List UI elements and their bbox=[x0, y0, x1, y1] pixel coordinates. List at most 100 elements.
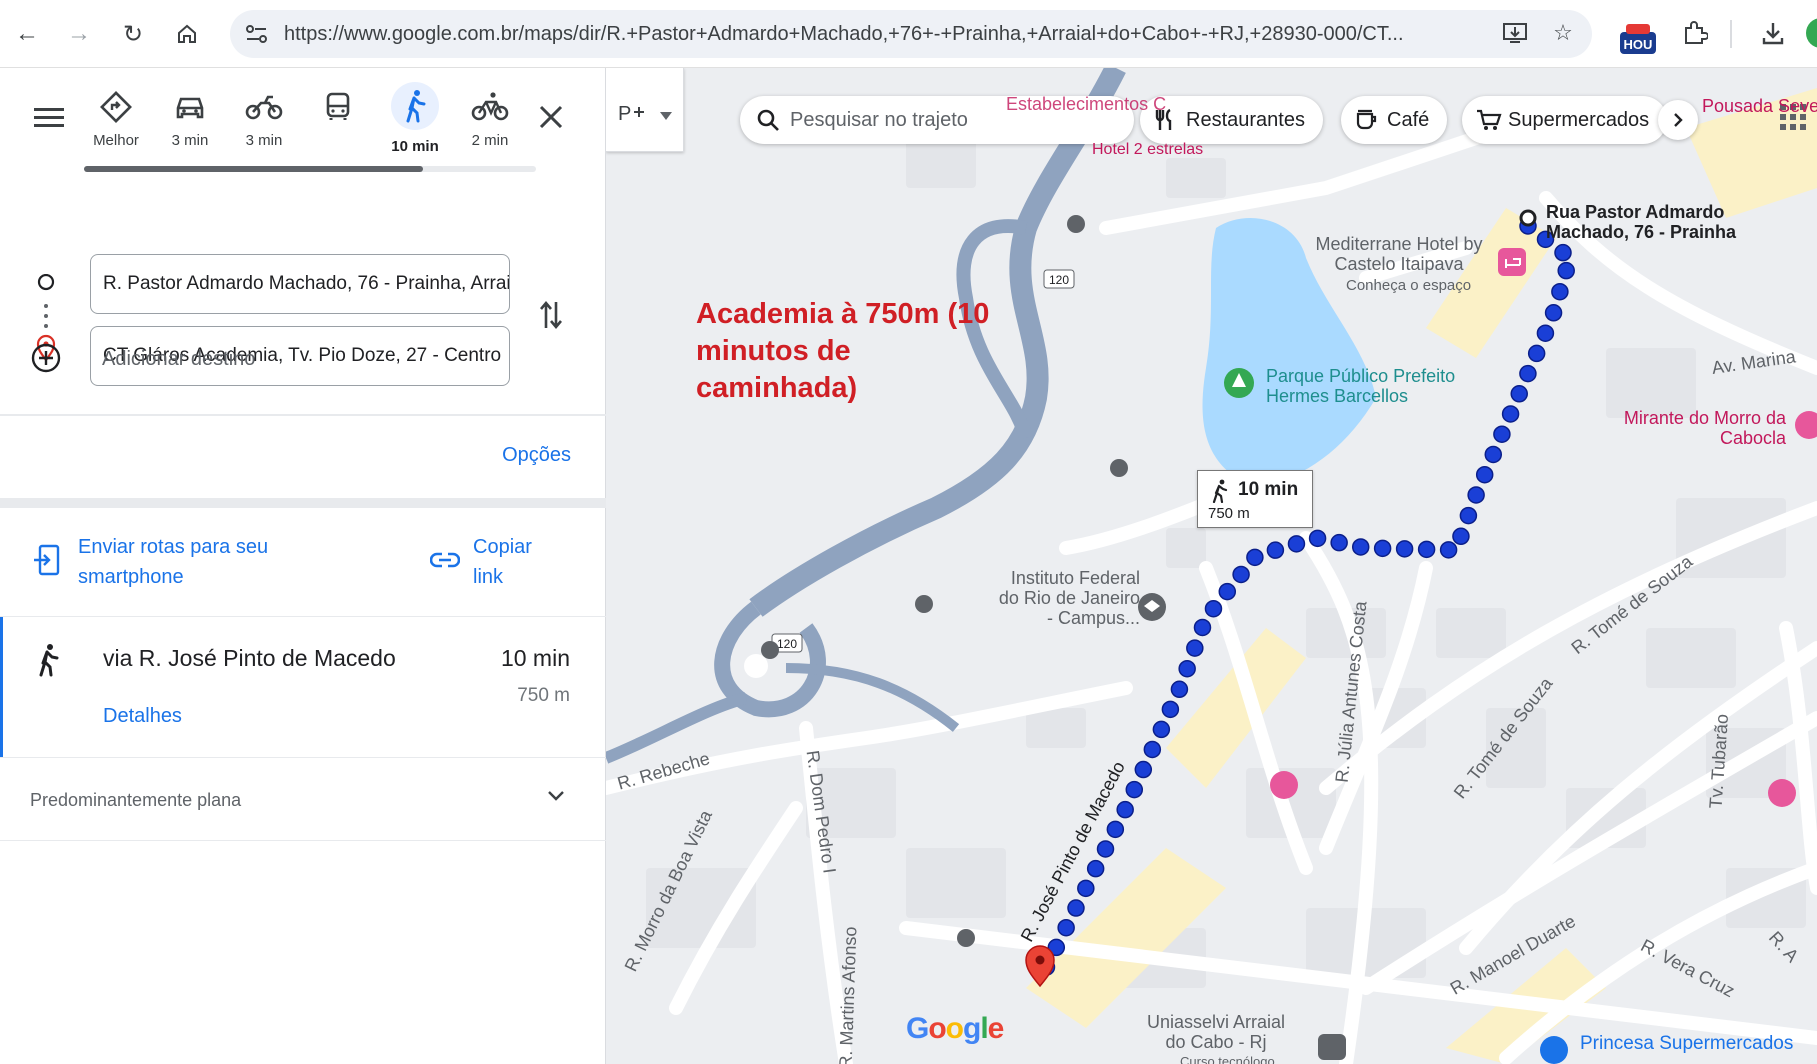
route-distance: 750 m bbox=[517, 685, 570, 706]
search-icon bbox=[757, 109, 779, 131]
reload-icon[interactable]: ↻ bbox=[120, 14, 146, 54]
route-dot bbox=[1519, 364, 1537, 383]
hou-extension-icon[interactable]: HOU bbox=[1618, 22, 1658, 56]
label-hotel-top: Hotel 2 estrelas bbox=[1092, 141, 1204, 158]
mode-bike-label: 2 min bbox=[471, 132, 509, 149]
browser-toolbar: ← → ↻ https://www.google.com.br/maps/dir… bbox=[0, 0, 1817, 68]
send-to-phone-icon[interactable] bbox=[34, 544, 60, 576]
origin-input[interactable]: R. Pastor Admardo Machado, 76 - Prainha,… bbox=[90, 254, 510, 314]
mode-transit[interactable] bbox=[306, 90, 370, 164]
walk-icon bbox=[39, 644, 59, 677]
install-app-icon[interactable] bbox=[1500, 18, 1530, 48]
route-dot bbox=[1067, 899, 1085, 917]
share-row: Enviar rotas para seu smartphone Copiar … bbox=[0, 508, 606, 612]
route-dot bbox=[1287, 535, 1306, 553]
route-dot bbox=[1125, 780, 1144, 799]
route-option[interactable]: via R. José Pinto de Macedo 10 min 750 m… bbox=[0, 617, 606, 757]
forward-icon[interactable]: → bbox=[66, 14, 92, 54]
route-dot bbox=[1204, 599, 1223, 618]
profile-avatar[interactable] bbox=[1806, 18, 1817, 48]
mode-progress-bar bbox=[84, 166, 536, 172]
svg-text:P: P bbox=[618, 103, 631, 124]
highway-west bbox=[606, 692, 748, 764]
mode-walk[interactable]: 10 min bbox=[383, 82, 447, 164]
route-dot bbox=[1186, 639, 1204, 657]
home-icon[interactable] bbox=[174, 14, 200, 54]
address-bar[interactable]: https://www.google.com.br/maps/dir/R.+Pa… bbox=[230, 10, 1592, 58]
callout-time: 10 min bbox=[1238, 479, 1299, 500]
route-dot bbox=[1266, 541, 1285, 559]
label-princesa: Princesa Supermercados bbox=[1580, 1033, 1794, 1054]
send-to-phone-link[interactable]: Enviar rotas para seu smartphone bbox=[78, 532, 318, 592]
divider bbox=[0, 757, 606, 758]
mode-progress-fill bbox=[84, 166, 423, 172]
mode-car[interactable]: 3 min bbox=[158, 90, 222, 164]
route-dot bbox=[1417, 540, 1436, 559]
chip-restaurants[interactable]: Restaurantes bbox=[1140, 96, 1323, 144]
add-destination-label[interactable]: Adicionar destino bbox=[102, 348, 255, 371]
label-origin-place: Rua Pastor Admardo Machado, 76 - Prainha bbox=[1546, 202, 1737, 242]
mode-best-label: Melhor bbox=[93, 132, 139, 149]
label-top-right-fragment: Pousada Seve bbox=[1702, 96, 1817, 116]
chip-cafe-label: Café bbox=[1387, 108, 1430, 131]
bookmark-star-icon[interactable]: ☆ bbox=[1548, 18, 1578, 48]
label-park: Parque Público Prefeito Hermes Barcellos bbox=[1266, 366, 1456, 406]
route-connector-icon bbox=[36, 274, 56, 362]
bike-icon bbox=[471, 92, 509, 121]
route-dot bbox=[1170, 680, 1189, 699]
route-dot bbox=[1232, 565, 1250, 584]
origin-marker bbox=[1519, 209, 1537, 227]
route-via: via R. José Pinto de Macedo bbox=[103, 645, 396, 671]
route-time: 10 min bbox=[500, 645, 570, 671]
roundabout-center bbox=[744, 654, 768, 678]
mode-motorcycle-label: 3 min bbox=[245, 132, 283, 149]
close-directions-icon[interactable] bbox=[538, 104, 564, 135]
route-details-link[interactable]: Detalhes bbox=[103, 705, 182, 728]
chip-cafe[interactable]: Café bbox=[1341, 96, 1448, 144]
chevron-right-icon bbox=[1674, 113, 1683, 127]
label-uniasselvi: Uniasselvi Arraial do Cabo - Rj bbox=[1146, 1012, 1286, 1052]
menu-icon[interactable] bbox=[34, 106, 64, 135]
map-canvas[interactable]: 120 120 P Pesquisar no trajeto Restauran… bbox=[606, 68, 1817, 1064]
route-dot bbox=[1484, 445, 1503, 464]
coffee-icon bbox=[1356, 109, 1377, 130]
route-dot bbox=[1193, 618, 1212, 637]
route-dot bbox=[1057, 918, 1075, 937]
route-time-callout[interactable]: 10 min 750 m bbox=[1197, 470, 1313, 528]
motorcycle-icon bbox=[245, 95, 283, 120]
route-dot bbox=[1536, 324, 1555, 342]
route-dot bbox=[1330, 533, 1348, 552]
travel-modes: Melhor 3 min 3 min 10 min 2 min bbox=[0, 68, 606, 176]
mode-bike[interactable]: 2 min bbox=[458, 90, 522, 164]
copy-link[interactable]: Copiar link bbox=[473, 532, 553, 592]
route-dot bbox=[1246, 548, 1264, 567]
route-dot bbox=[1373, 539, 1392, 558]
options-link[interactable]: Opções bbox=[502, 444, 571, 467]
mode-best[interactable]: Melhor bbox=[84, 90, 148, 164]
download-icon[interactable] bbox=[1758, 18, 1788, 48]
label-top-left-fragment: Estabelecimentos C bbox=[1006, 94, 1167, 114]
chip-supermarkets[interactable]: Supermercados bbox=[1462, 96, 1668, 144]
label-hotel-sub: Conheça o espaço bbox=[1346, 277, 1472, 294]
mode-motorcycle[interactable]: 3 min bbox=[232, 90, 296, 164]
chips-next-button[interactable] bbox=[1658, 100, 1698, 140]
swap-waypoints-icon[interactable] bbox=[538, 298, 564, 337]
route-dot bbox=[1152, 720, 1171, 739]
callout-distance: 750 m bbox=[1208, 505, 1250, 522]
route-dot bbox=[1077, 879, 1095, 898]
google-logo: Google bbox=[906, 1012, 1004, 1045]
walk-icon bbox=[406, 90, 426, 123]
chip-supermarkets-label: Supermercados bbox=[1508, 108, 1650, 131]
back-icon[interactable]: ← bbox=[14, 14, 40, 54]
route-dot bbox=[1452, 527, 1470, 546]
label-uniasselvi-sub: Curso tecnólogo... bbox=[1180, 1054, 1286, 1064]
route-dot bbox=[1551, 282, 1569, 301]
add-destination-icon[interactable] bbox=[30, 342, 62, 374]
site-settings-icon[interactable] bbox=[244, 23, 270, 45]
chevron-down-icon[interactable] bbox=[546, 786, 566, 806]
link-icon[interactable] bbox=[430, 550, 460, 570]
divider bbox=[0, 498, 606, 508]
extensions-puzzle-icon[interactable] bbox=[1680, 18, 1710, 48]
waypoints: R. Pastor Admardo Machado, 76 - Prainha,… bbox=[0, 186, 606, 416]
layers-button[interactable]: P bbox=[606, 68, 684, 152]
